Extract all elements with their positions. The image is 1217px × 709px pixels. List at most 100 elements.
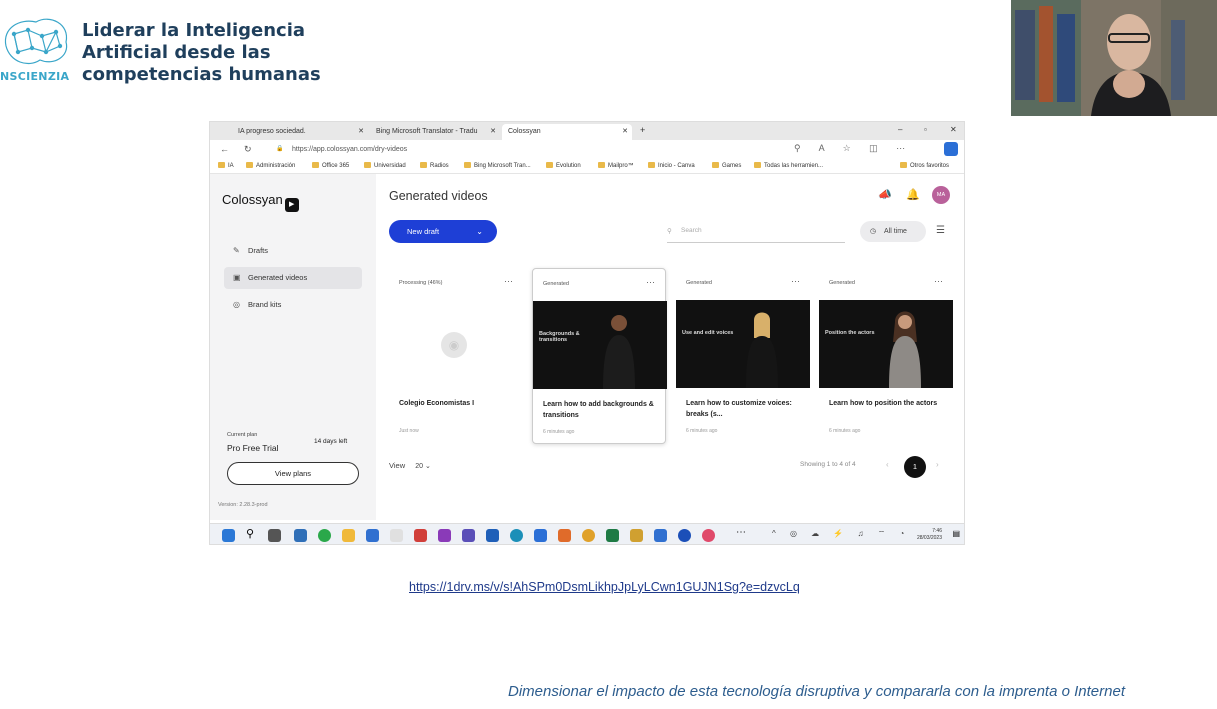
bookmark-ia[interactable]: IA: [218, 162, 234, 169]
reload-icon[interactable]: ↻: [244, 144, 252, 155]
avatar[interactable]: MA: [932, 186, 950, 204]
title-line-2: Artificial desde las: [82, 42, 271, 63]
close-icon[interactable]: ✕: [358, 127, 364, 135]
brand-logo[interactable]: Colossyan ▶: [222, 192, 299, 212]
card-title: Learn how to add backgrounds & transitio…: [543, 401, 654, 419]
bookmark-mailpro[interactable]: Mailpro™: [598, 162, 634, 169]
more-options-icon[interactable]: ⋯: [504, 276, 513, 287]
clock[interactable]: 7:46 28/03/2023: [917, 528, 942, 542]
close-icon[interactable]: ✕: [622, 127, 628, 135]
video-thumbnail: Position the actors: [819, 300, 953, 388]
more-icon[interactable]: ⋯: [736, 527, 746, 538]
close-window-icon[interactable]: ✕: [950, 125, 957, 134]
excel-icon[interactable]: [606, 529, 619, 542]
tab-ia-progreso[interactable]: IA progreso sociedad. ✕: [232, 124, 368, 140]
thumbnail-caption: Position the actors: [825, 330, 875, 336]
sidebar-item-label: Drafts: [248, 246, 269, 255]
sidebar-item-drafts[interactable]: ✎ Drafts: [224, 240, 362, 262]
app-icon[interactable]: [366, 529, 379, 542]
onenote-icon[interactable]: [438, 529, 451, 542]
lock-icon: 🔒: [276, 146, 284, 152]
task-view-icon[interactable]: [268, 529, 281, 542]
slide-title: Liderar la Inteligencia Artificial desde…: [82, 20, 342, 86]
bookmark-otros-favoritos[interactable]: Otros favoritos: [900, 162, 949, 169]
bookmark-evolution[interactable]: Evolution: [546, 162, 581, 169]
video-card[interactable]: Processing (46%) ⋯ ◉ Colegio Economistas…: [389, 268, 523, 444]
bookmark-bing[interactable]: Bing Microsoft Tran...: [464, 162, 531, 169]
view-label: View: [389, 461, 406, 470]
app-icon[interactable]: [294, 529, 307, 542]
notification-icon[interactable]: ▤: [952, 529, 960, 538]
outlook-icon[interactable]: [486, 529, 499, 542]
logo-wordmark: NSCIENZIA: [0, 70, 70, 83]
actor-image: [603, 315, 635, 389]
sidebar-item-generated-videos[interactable]: ▣ Generated videos: [224, 267, 362, 289]
next-page-icon[interactable]: ›: [936, 460, 939, 469]
video-card[interactable]: Generated ⋯ Position the actors Learn ho…: [819, 268, 953, 444]
url-field[interactable]: https://app.colossyan.com/dry-videos: [292, 146, 407, 153]
bookmark-canva[interactable]: Inicio - Canva: [648, 162, 695, 169]
search-icon: ⚲: [667, 228, 672, 235]
video-card[interactable]: Generated ⋯ Use and edit voices Learn ho…: [676, 268, 810, 444]
search-input[interactable]: ⚲ Search: [667, 227, 845, 243]
app-icon[interactable]: [678, 529, 691, 542]
film-icon: ▣: [233, 273, 241, 282]
bing-icon[interactable]: [944, 142, 958, 156]
time-filter-button[interactable]: ◷ All time: [860, 221, 926, 242]
tab-colossyan[interactable]: Colossyan ✕: [502, 124, 632, 140]
video-thumbnail: ◉: [389, 300, 523, 388]
view-plans-button[interactable]: View plans: [227, 462, 359, 485]
onedrive-link[interactable]: https://1drv.ms/v/s!AhSPm0DsmLikhpJpLyLC…: [409, 580, 800, 594]
more-options-icon[interactable]: ⋯: [934, 276, 943, 287]
pagination-summary: Showing 1 to 4 of 4: [800, 461, 856, 468]
page-button-1[interactable]: 1: [904, 456, 926, 478]
close-icon[interactable]: ✕: [490, 127, 496, 135]
plan-name: Pro Free Trial: [227, 443, 279, 453]
search-icon[interactable]: ⚲: [246, 527, 254, 540]
video-card[interactable]: Generated ⋯ Backgrounds & transitions Le…: [532, 268, 667, 444]
per-page-select[interactable]: 20 ⌄: [415, 463, 431, 470]
bookmark-office365[interactable]: Office 365: [312, 162, 349, 169]
more-options-icon[interactable]: ⋯: [646, 277, 655, 288]
back-icon[interactable]: ←: [220, 144, 229, 154]
bookmark-radios[interactable]: Radios: [420, 162, 449, 169]
list-view-icon[interactable]: ☰: [936, 225, 945, 236]
teams-icon[interactable]: [462, 529, 475, 542]
app-icon[interactable]: [390, 529, 403, 542]
bookmark-universidad[interactable]: Universidad: [364, 162, 406, 169]
sidebar-item-label: Brand kits: [248, 300, 282, 309]
app-icon[interactable]: [630, 529, 643, 542]
word-icon[interactable]: [654, 529, 667, 542]
more-options-icon[interactable]: ⋯: [791, 276, 800, 287]
edge-icon[interactable]: [510, 529, 523, 542]
tab-bing-translator[interactable]: Bing Microsoft Translator - Tradu ✕: [370, 124, 500, 140]
app-icon[interactable]: [558, 529, 571, 542]
app-icon[interactable]: [702, 529, 715, 542]
maximize-icon[interactable]: ▫: [924, 125, 927, 134]
megaphone-icon[interactable]: 📣: [878, 188, 892, 201]
slide-caption: Dimensionar el impacto de esta tecnologí…: [508, 683, 1125, 700]
browser-toolbar-icons[interactable]: ⚲ A ☆ ◫ ⋯: [794, 143, 913, 154]
chrome-icon[interactable]: [582, 529, 595, 542]
powerpoint-icon[interactable]: [414, 529, 427, 542]
app-icon[interactable]: [534, 529, 547, 542]
prev-page-icon[interactable]: ‹: [886, 460, 889, 469]
folder-icon[interactable]: [342, 529, 355, 542]
chevron-down-icon[interactable]: ⌄: [476, 220, 483, 243]
system-tray-icons[interactable]: ^ ◎ ☁ ⚡ ♫ ⌔ ◔: [772, 529, 910, 539]
days-left-badge: 14 days left: [314, 438, 348, 445]
minimize-icon[interactable]: –: [898, 125, 902, 134]
bookmark-games[interactable]: Games: [712, 162, 741, 169]
actor-image: [746, 312, 778, 388]
sidebar-item-brand-kits[interactable]: ◎ Brand kits: [224, 294, 362, 316]
new-tab-icon[interactable]: +: [640, 125, 645, 135]
video-thumbnail: Backgrounds & transitions: [533, 301, 667, 389]
bookmark-administracion[interactable]: Administración: [246, 162, 295, 169]
address-bar: ← ↻ 🔒 https://app.colossyan.com/dry-vide…: [210, 140, 964, 159]
bookmark-herramientas[interactable]: Todas las herramien...: [754, 162, 823, 169]
start-icon[interactable]: [222, 529, 235, 542]
new-draft-button[interactable]: New draft ⌄: [389, 220, 497, 243]
palette-icon: ◎: [233, 300, 240, 309]
bell-icon[interactable]: 🔔: [906, 188, 920, 201]
whatsapp-icon[interactable]: [318, 529, 331, 542]
